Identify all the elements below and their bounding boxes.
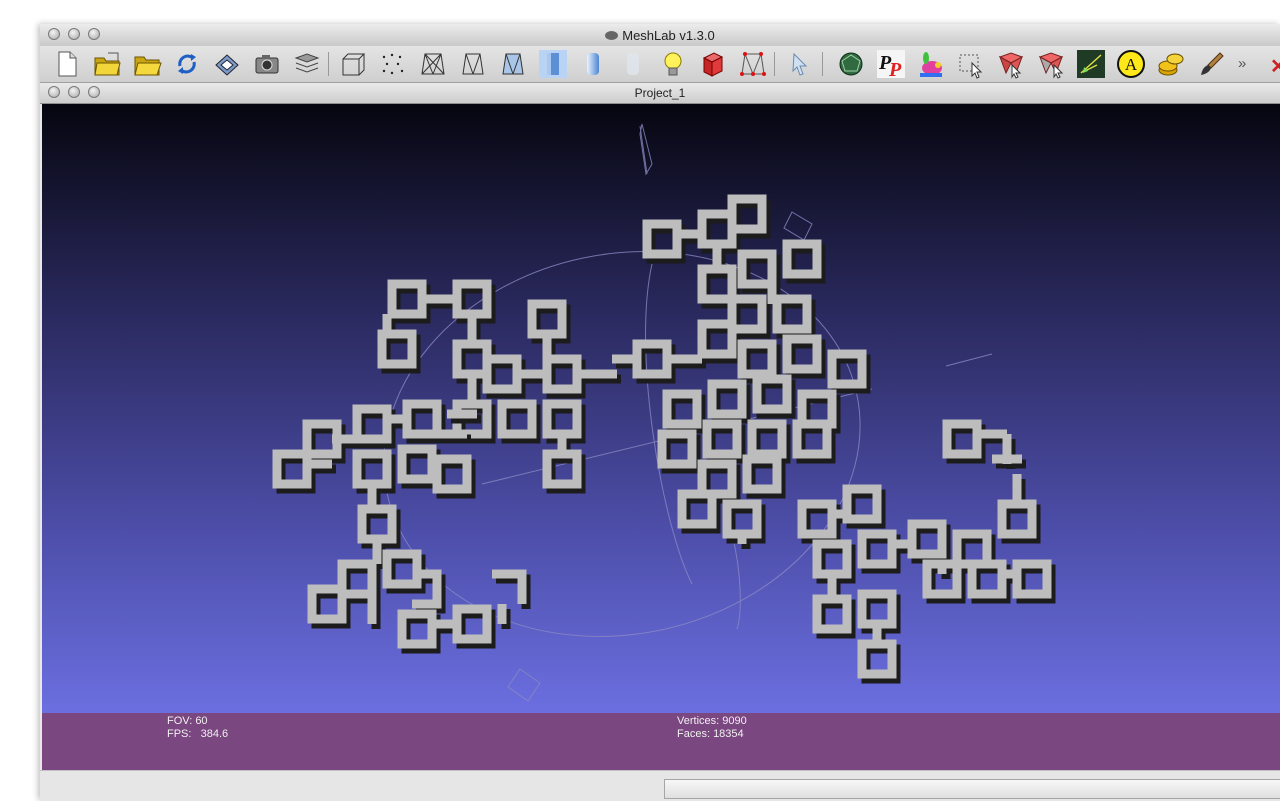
flat-button[interactable] <box>538 49 568 79</box>
layers-button[interactable] <box>292 49 322 79</box>
window-title: MeshLab v1.3.0 <box>622 28 715 43</box>
hidden-lines-button[interactable] <box>458 49 488 79</box>
toolbar-separator <box>328 52 329 76</box>
smooth-shading-icon <box>587 53 599 75</box>
flat-lines-button[interactable] <box>498 49 528 79</box>
flat-lines-icon <box>502 53 524 75</box>
toolbar-separator <box>822 52 823 76</box>
snapshot-button[interactable] <box>252 49 282 79</box>
pointer-button[interactable] <box>784 49 814 79</box>
open-folder-icon <box>134 56 162 76</box>
layers-folder-icon <box>94 52 121 76</box>
document-titlebar: Project_1 <box>40 83 1280 104</box>
select-region-button[interactable] <box>956 49 986 79</box>
pointer-icon <box>792 52 808 76</box>
measure-icon <box>1077 50 1105 78</box>
pick-points-button[interactable]: PP <box>876 49 906 79</box>
bounding-box-button[interactable] <box>338 49 368 79</box>
mesh-scene <box>272 123 1056 702</box>
stacked-layers-icon <box>294 53 320 73</box>
select-faces-icon <box>998 52 1024 79</box>
texture-icon <box>627 53 639 75</box>
selected-vertices-icon <box>740 52 766 76</box>
select-vertices-button[interactable] <box>738 49 768 79</box>
3d-viewport[interactable] <box>42 104 1280 713</box>
flat-shading-icon <box>539 50 567 78</box>
coins-icon <box>1158 53 1184 76</box>
red-box-icon <box>702 52 724 77</box>
align-a-icon: A <box>1117 50 1145 78</box>
paint-brush-icon <box>1201 52 1224 75</box>
svg-text:P: P <box>888 59 902 79</box>
svg-text:A: A <box>1125 55 1138 74</box>
document-title: Project_1 <box>634 86 686 100</box>
fractal-mesh <box>272 194 1056 684</box>
meshlab-window: MeshLab v1.3.0 P P A » ✕ Project_1 FOV: … <box>40 24 1280 801</box>
align-button[interactable]: A <box>1116 49 1146 79</box>
select-connected-button[interactable] <box>1036 49 1066 79</box>
info-overlay: FOV: 60 FPS: 384.6 Vertices: 9090 Faces:… <box>42 713 1280 770</box>
reload-button[interactable] <box>172 49 202 79</box>
light-button[interactable] <box>658 49 688 79</box>
light-bulb-icon <box>664 52 682 76</box>
texture-button[interactable] <box>618 49 648 79</box>
new-project-button[interactable] <box>52 49 82 79</box>
select-faces-button[interactable] <box>996 49 1026 79</box>
paint-brush-button[interactable] <box>1196 49 1226 79</box>
open-project-button[interactable] <box>92 49 122 79</box>
floppy-disk-icon <box>215 54 239 76</box>
bunny-icon <box>920 52 942 77</box>
points-button[interactable] <box>378 49 408 79</box>
open-mesh-button[interactable] <box>132 49 162 79</box>
select-region-icon <box>959 54 983 79</box>
dotted-points-icon <box>382 53 404 75</box>
hidden-lines-icon <box>462 53 484 75</box>
pp-icon: PP <box>877 50 905 79</box>
camera-icon <box>255 55 279 74</box>
green-sphere-icon <box>839 52 863 76</box>
circular-arrows-icon <box>178 54 196 74</box>
close-red-icon[interactable]: ✕ <box>1270 54 1280 79</box>
wireframe-button[interactable] <box>418 49 448 79</box>
wire-cube-icon <box>342 53 366 76</box>
window-title-wrap: MeshLab v1.3.0 <box>40 28 1280 43</box>
coins-button[interactable] <box>1156 49 1186 79</box>
smooth-button[interactable] <box>578 49 608 79</box>
status-bar <box>40 770 1280 801</box>
faces-label: Faces: 18354 <box>677 728 744 740</box>
backface-button[interactable] <box>698 49 728 79</box>
wireframe-icon <box>421 53 445 75</box>
main-toolbar: PP A » ✕ <box>40 46 1280 83</box>
fov-label: FOV: 60 <box>167 715 208 727</box>
blank-page-icon <box>58 51 77 77</box>
measure-button[interactable] <box>1076 49 1106 79</box>
window-titlebar: MeshLab v1.3.0 <box>40 24 1280 47</box>
progress-bar <box>664 779 1280 799</box>
paint-bunny-button[interactable] <box>916 49 946 79</box>
select-connected-icon <box>1038 52 1064 79</box>
vertices-label: Vertices: 9090 <box>677 715 747 727</box>
toolbar-separator <box>774 52 775 76</box>
fps-label: FPS: 384.6 <box>167 728 229 740</box>
save-button[interactable] <box>212 49 242 79</box>
toolbar-overflow-button[interactable]: » <box>1238 55 1246 72</box>
meshlab-eye-icon <box>605 31 619 41</box>
rasterize-button[interactable] <box>836 49 866 79</box>
